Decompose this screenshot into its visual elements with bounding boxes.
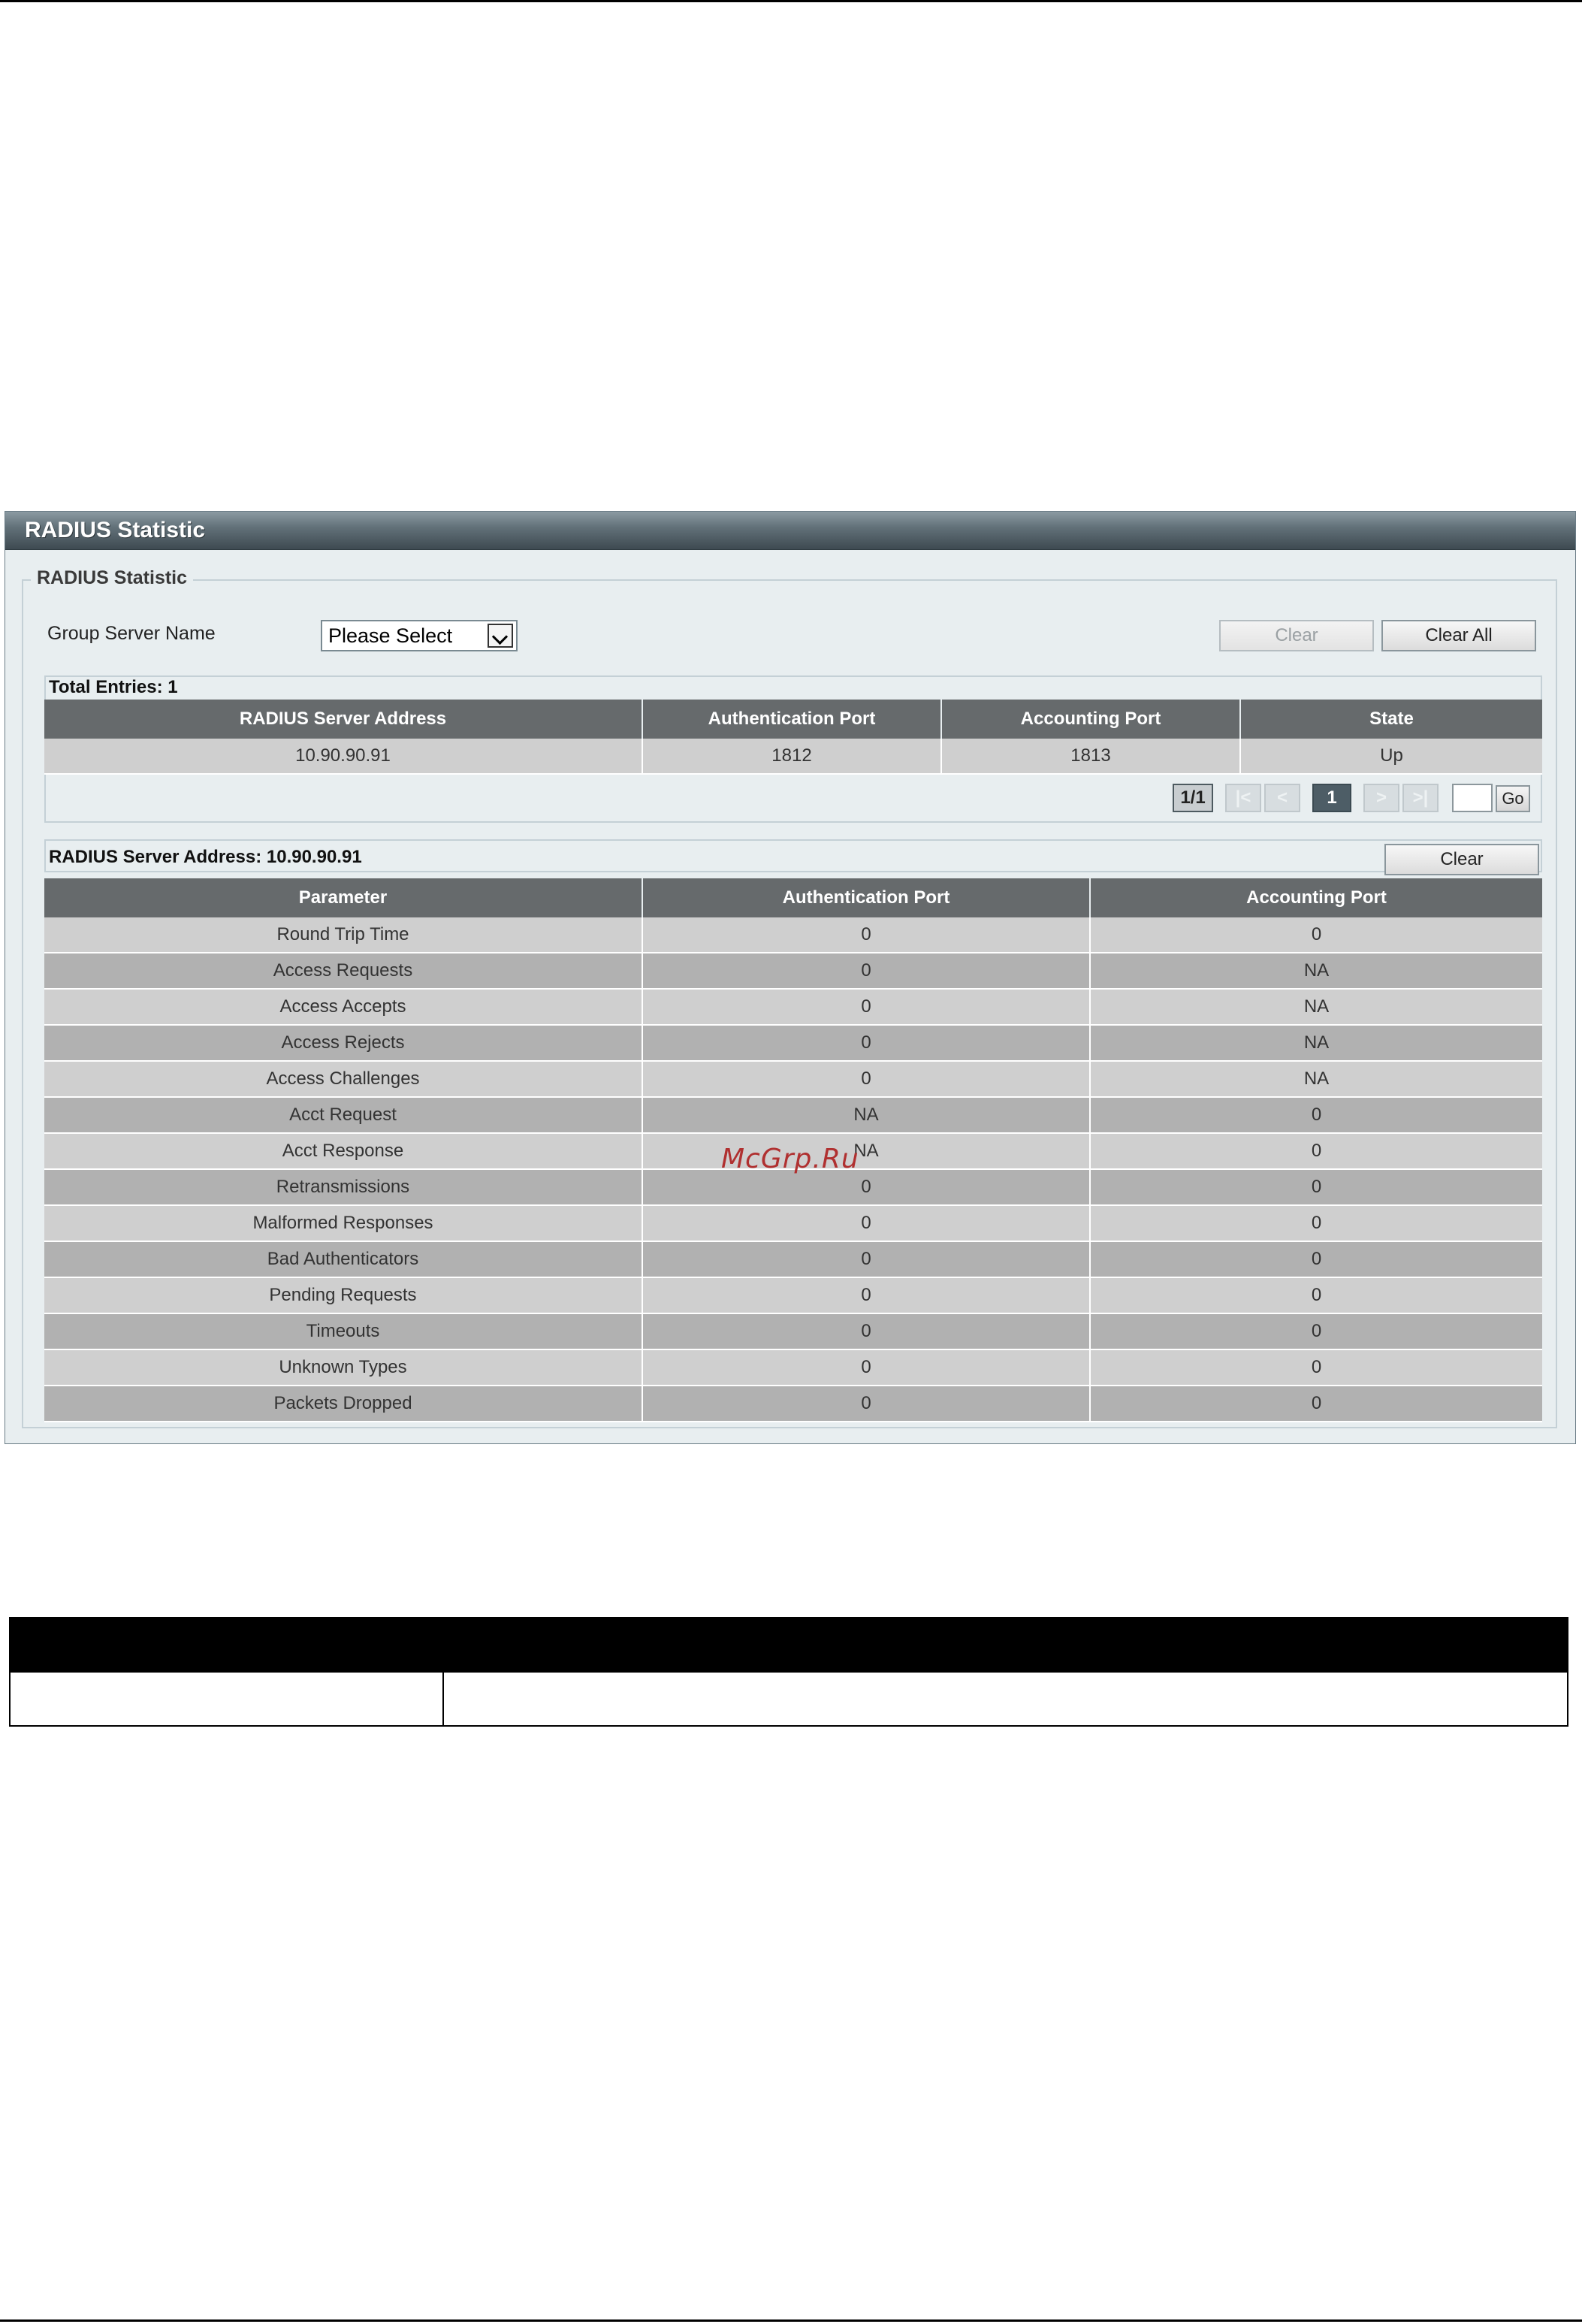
table-cell: 0 (1090, 1386, 1542, 1422)
table-row: Access Accepts 0 NA (44, 989, 1542, 1026)
table-cell: 0 (1090, 1133, 1542, 1170)
table-cell: Packets Dropped (44, 1386, 643, 1422)
column-header: Accounting Port (1090, 878, 1542, 917)
table-cell: 0 (1090, 1097, 1542, 1134)
next-page-button[interactable]: > (1363, 784, 1399, 812)
table-row: Round Trip Time 0 0 (44, 917, 1542, 953)
radius-statistic-panel: RADIUS Statistic RADIUS Statistic Group … (5, 511, 1576, 1444)
table-cell: 0 (642, 1386, 1091, 1422)
table-cell: Access Requests (44, 953, 643, 990)
first-page-button[interactable]: |< (1225, 784, 1261, 812)
table-cell: Pending Requests (44, 1277, 643, 1314)
table-cell: NA (1090, 953, 1542, 990)
table-cell: 10.90.90.91 (44, 739, 643, 775)
table-cell: Access Accepts (44, 989, 643, 1026)
server-table: RADIUS Server Address Authentication Por… (44, 700, 1542, 775)
table-row: Access Rejects 0 NA (44, 1025, 1542, 1062)
table-cell: Acct Response (44, 1133, 643, 1170)
go-button[interactable]: Go (1496, 785, 1530, 812)
table-cell: 0 (1090, 1241, 1542, 1278)
server-address-title: RADIUS Server Address: 10.90.90.91 (49, 847, 362, 867)
table-cell: 0 (642, 953, 1091, 990)
group-server-name-select[interactable]: Please Select (321, 620, 518, 651)
table-cell: 0 (642, 1205, 1091, 1242)
chevron-down-icon[interactable] (488, 624, 513, 648)
table-row: Pending Requests 0 0 (44, 1277, 1542, 1314)
table-cell: 0 (1090, 917, 1542, 953)
table-row: Access Challenges 0 NA (44, 1061, 1542, 1098)
table-cell: Malformed Responses (44, 1205, 643, 1242)
column-header: RADIUS Server Address (44, 700, 643, 739)
table-cell: NA (1090, 989, 1542, 1026)
column-header: Accounting Port (941, 700, 1241, 739)
clear-all-button[interactable]: Clear All (1381, 620, 1536, 651)
page-number-input[interactable] (1452, 784, 1493, 812)
table-cell: Retransmissions (44, 1169, 643, 1206)
column-header: Parameter (44, 878, 643, 917)
table-row: Acct Request NA 0 (44, 1097, 1542, 1134)
total-entries-label: Total Entries: 1 (49, 677, 178, 697)
column-header: Authentication Port (642, 878, 1091, 917)
table-cell: Access Challenges (44, 1061, 643, 1098)
document-table-header (9, 1617, 1568, 1673)
table-cell: Bad Authenticators (44, 1241, 643, 1278)
table-cell: NA (642, 1133, 1091, 1170)
watermark-text: McGrp.Ru (721, 1144, 859, 1174)
server-table-header: RADIUS Server Address Authentication Por… (44, 700, 1542, 739)
table-cell: NA (1090, 1061, 1542, 1098)
table-cell: 0 (642, 917, 1091, 953)
table-row: Access Requests 0 NA (44, 953, 1542, 990)
table-row: Timeouts 0 0 (44, 1313, 1542, 1350)
prev-page-button[interactable]: < (1264, 784, 1300, 812)
table-row: Bad Authenticators 0 0 (44, 1241, 1542, 1278)
page-top-rule (0, 0, 1582, 2)
fieldset-legend: RADIUS Statistic (31, 567, 194, 589)
document-table-divider (442, 1673, 444, 1725)
table-cell: Acct Request (44, 1097, 643, 1134)
clear-server-stats-button[interactable]: Clear (1384, 844, 1539, 875)
table-cell: Unknown Types (44, 1349, 643, 1386)
table-cell: NA (1090, 1025, 1542, 1062)
table-cell: 0 (642, 1169, 1091, 1206)
table-row: 10.90.90.91 1812 1813 Up (44, 739, 1542, 775)
table-cell: 0 (1090, 1313, 1542, 1350)
group-server-select-value: Please Select (328, 624, 453, 647)
group-server-name-label: Group Server Name (47, 623, 216, 644)
table-cell: NA (642, 1097, 1091, 1134)
last-page-button[interactable]: >| (1402, 784, 1439, 812)
table-cell: 0 (1090, 1169, 1542, 1206)
table-cell: 0 (1090, 1349, 1542, 1386)
table-cell: Access Rejects (44, 1025, 643, 1062)
column-header: Authentication Port (642, 700, 942, 739)
table-cell: Round Trip Time (44, 917, 643, 953)
page-info: 1/1 (1173, 784, 1213, 812)
panel-title: RADIUS Statistic (25, 518, 206, 542)
page-bottom-rule (0, 2319, 1582, 2322)
table-row: Retransmissions 0 0 (44, 1169, 1542, 1206)
table-row: Unknown Types 0 0 (44, 1349, 1542, 1386)
clear-button[interactable]: Clear (1219, 620, 1374, 651)
table-cell: 0 (642, 1241, 1091, 1278)
document-table-row (9, 1673, 1568, 1727)
current-page-button[interactable]: 1 (1312, 784, 1351, 812)
stats-table-header: Parameter Authentication Port Accounting… (44, 878, 1542, 917)
table-cell: 0 (642, 1349, 1091, 1386)
table-cell: 0 (642, 1277, 1091, 1314)
table-cell: 0 (1090, 1277, 1542, 1314)
column-header: State (1240, 700, 1542, 739)
table-cell: 0 (642, 1025, 1091, 1062)
table-row: Packets Dropped 0 0 (44, 1386, 1542, 1422)
table-cell: 0 (642, 1313, 1091, 1350)
table-cell: 1812 (642, 739, 942, 775)
table-cell: 0 (1090, 1205, 1542, 1242)
panel-titlebar: RADIUS Statistic (5, 512, 1575, 550)
table-cell: Up (1240, 739, 1542, 775)
table-cell: Timeouts (44, 1313, 643, 1350)
table-cell: 1813 (941, 739, 1241, 775)
table-row: Malformed Responses 0 0 (44, 1205, 1542, 1242)
table-cell: 0 (642, 1061, 1091, 1098)
table-cell: 0 (642, 989, 1091, 1026)
